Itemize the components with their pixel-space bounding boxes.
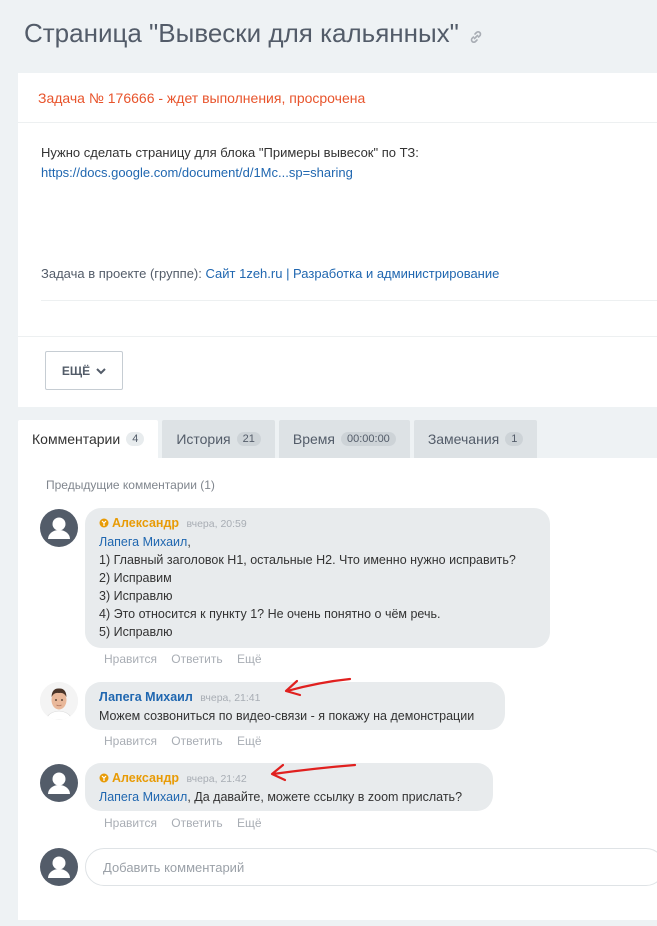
like-button[interactable]: Нравится xyxy=(104,816,157,830)
comment-line: 4) Это относится к пункту 1? Не очень по… xyxy=(99,607,441,621)
comment-author[interactable]: Александр xyxy=(112,771,179,785)
tab-badge: 00:00:00 xyxy=(340,432,396,446)
external-user-icon xyxy=(99,770,109,788)
comment-more-button[interactable]: Ещё xyxy=(237,734,262,748)
more-button[interactable]: ЕЩЁ xyxy=(45,351,123,390)
user-mention[interactable]: Лапега Михаил xyxy=(99,535,187,549)
avatar[interactable] xyxy=(40,509,78,547)
comment-mention-line: Лапега Михаил, Да давайте, можете ссылку… xyxy=(99,788,479,806)
user-mention[interactable]: Лапега Михаил xyxy=(99,790,187,804)
comment-author[interactable]: Александр xyxy=(112,516,179,530)
comment-time: вчера, 20:59 xyxy=(186,518,247,530)
task-doc-link[interactable]: https://docs.google.com/document/d/1Mc..… xyxy=(41,165,353,180)
task-project: Задача в проекте (группе): Сайт 1zeh.ru … xyxy=(41,266,499,281)
comment-text: , Да давайте, можете ссылку в zoom присл… xyxy=(187,790,463,804)
chevron-down-icon xyxy=(96,364,106,378)
comment-time: вчера, 21:42 xyxy=(186,773,247,785)
divider xyxy=(41,300,657,301)
task-card: Задача № 176666 - ждет выполнения, проср… xyxy=(18,73,657,407)
comment-header: Александр вчера, 20:59 xyxy=(99,514,536,533)
previous-comments-link[interactable]: Предыдущие комментарии (1) xyxy=(46,478,215,492)
comment-author[interactable]: Лапега Михаил xyxy=(99,690,193,704)
comment-text: Можем созвониться по видео-связи - я пок… xyxy=(99,709,475,723)
add-comment-input[interactable]: Добавить комментарий xyxy=(85,848,657,886)
previous-comments-count: (1) xyxy=(200,478,215,492)
tab-label: Комментарии xyxy=(32,431,121,447)
task-project-label: Задача в проекте (группе): xyxy=(41,266,202,281)
avatar[interactable] xyxy=(40,682,78,720)
comment-line: 1) Главный заголовок Н1, остальные Н2. Ч… xyxy=(99,553,516,567)
comment-actions: Нравится Ответить Ещё xyxy=(104,652,273,666)
divider xyxy=(18,336,657,337)
task-description-text: Нужно сделать страницу для блока "Пример… xyxy=(41,145,419,160)
reply-button[interactable]: Ответить xyxy=(171,734,222,748)
link-icon[interactable] xyxy=(469,20,483,51)
like-button[interactable]: Нравится xyxy=(104,652,157,666)
tab-badge: 1 xyxy=(505,432,524,446)
tab-label: Замечания xyxy=(427,431,500,447)
tab-label: История xyxy=(176,431,231,447)
page-title-text: Страница "Вывески для кальянных" xyxy=(24,18,459,48)
tab-remarks[interactable]: Замечания 1 xyxy=(413,420,538,458)
comment-line: 5) Исправлю xyxy=(99,625,173,639)
comment-more-button[interactable]: Ещё xyxy=(237,816,262,830)
tab-label: Время xyxy=(292,431,335,447)
task-header: Задача № 176666 - ждет выполнения, проср… xyxy=(18,73,657,123)
external-user-icon xyxy=(99,515,109,533)
tab-history[interactable]: История 21 xyxy=(162,420,275,458)
comment-more-button[interactable]: Ещё xyxy=(237,652,262,666)
annotation-arrow xyxy=(284,677,352,697)
comment-actions: Нравится Ответить Ещё xyxy=(104,816,273,830)
comment-line: 3) Исправлю xyxy=(99,589,173,603)
reply-button[interactable]: Ответить xyxy=(171,816,222,830)
task-status: Задача № 176666 - ждет выполнения, проср… xyxy=(38,89,366,106)
comment-actions: Нравится Ответить Ещё xyxy=(104,734,273,748)
like-button[interactable]: Нравится xyxy=(104,734,157,748)
annotation-arrow xyxy=(270,763,357,782)
tab-badge: 4 xyxy=(126,432,145,446)
more-button-label: ЕЩЁ xyxy=(61,363,91,378)
avatar xyxy=(40,848,78,886)
reply-button[interactable]: Ответить xyxy=(171,652,222,666)
task-description: Нужно сделать страницу для блока "Пример… xyxy=(41,143,419,183)
add-comment-placeholder: Добавить комментарий xyxy=(103,859,245,875)
page-title: Страница "Вывески для кальянных" xyxy=(24,18,483,51)
task-project-link[interactable]: Сайт 1zeh.ru | Разработка и администриро… xyxy=(206,266,500,281)
comment-mention-line: Лапега Михаил, xyxy=(99,533,536,551)
tab-comments[interactable]: Комментарии 4 xyxy=(18,420,159,458)
comment-text: , xyxy=(187,535,191,549)
tab-bar: Комментарии 4 История 21 Время 00:00:00 … xyxy=(18,420,541,458)
tab-time[interactable]: Время 00:00:00 xyxy=(278,420,410,458)
previous-comments-label: Предыдущие комментарии xyxy=(46,478,197,492)
comment-bubble: Александр вчера, 20:59 Лапега Михаил, 1)… xyxy=(85,508,550,648)
comment-line: 2) Исправим xyxy=(99,571,172,585)
comment-time: вчера, 21:41 xyxy=(200,692,261,704)
avatar[interactable] xyxy=(40,764,78,802)
tab-badge: 21 xyxy=(236,432,261,446)
